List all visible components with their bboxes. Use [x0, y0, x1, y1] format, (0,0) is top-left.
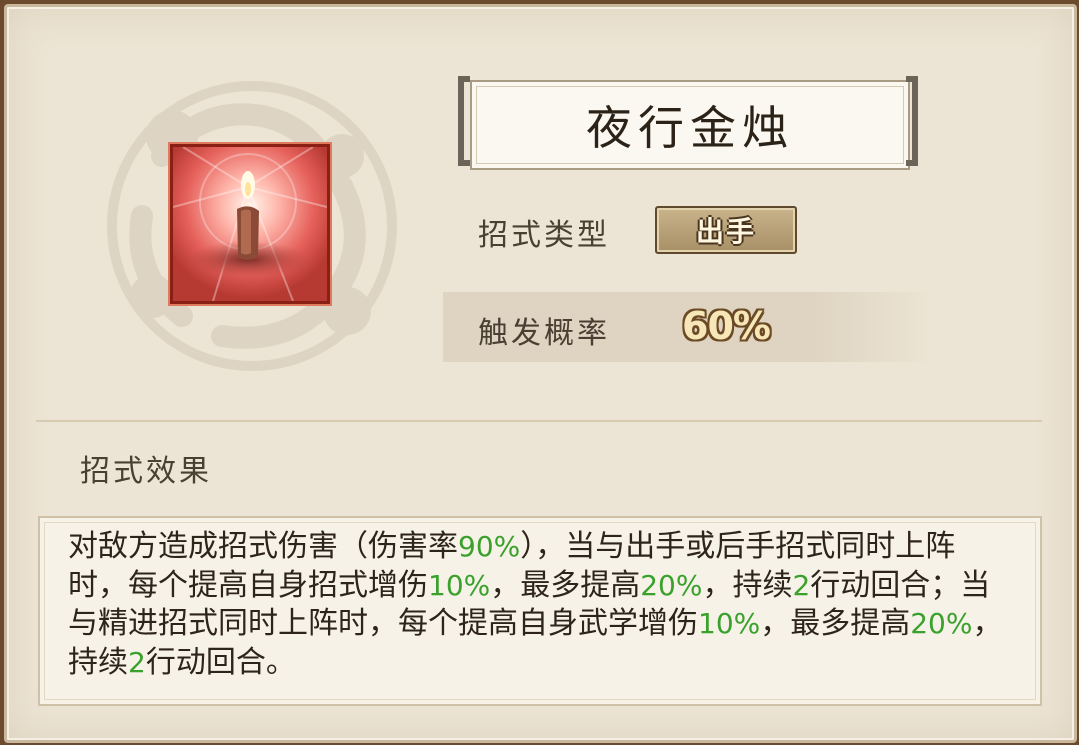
effect-highlight-value: 2: [792, 568, 811, 602]
effect-label: 招式效果: [80, 454, 212, 489]
candle-icon: [173, 147, 327, 301]
title-banner: 夜行金烛: [470, 80, 910, 170]
title-bracket-right: [906, 76, 918, 166]
title-bracket-left: [458, 76, 470, 166]
probability-label: 触发概率: [478, 316, 610, 351]
effect-text: ，最多提高: [760, 606, 911, 641]
effect-description: 对敌方造成招式伤害（伤害率90%），当与出手或后手招式同时上阵时，每个提高自身招…: [68, 528, 1008, 682]
type-label: 招式类型: [478, 218, 610, 253]
effect-highlight-value: 20%: [640, 568, 703, 602]
probability-value: 60%: [682, 304, 771, 348]
section-divider: [36, 420, 1042, 422]
effect-highlight-value: 20%: [910, 607, 973, 640]
type-badge: 出手: [655, 206, 797, 254]
effect-text: ，持续: [702, 567, 793, 603]
effect-highlight-value: 10%: [698, 607, 761, 640]
effect-highlight-value: 10%: [428, 568, 491, 602]
skill-name: 夜行金烛: [586, 101, 794, 155]
effect-highlight-value: 2: [128, 645, 146, 679]
effect-text: 对敌方造成招式伤害（伤害率: [68, 529, 458, 564]
skill-icon-frame: [170, 144, 330, 304]
effect-text: 行动回合。: [145, 644, 296, 680]
type-value: 出手: [695, 215, 756, 248]
effect-text: ，最多提高: [490, 567, 641, 603]
effect-highlight-value: 90%: [458, 530, 521, 563]
